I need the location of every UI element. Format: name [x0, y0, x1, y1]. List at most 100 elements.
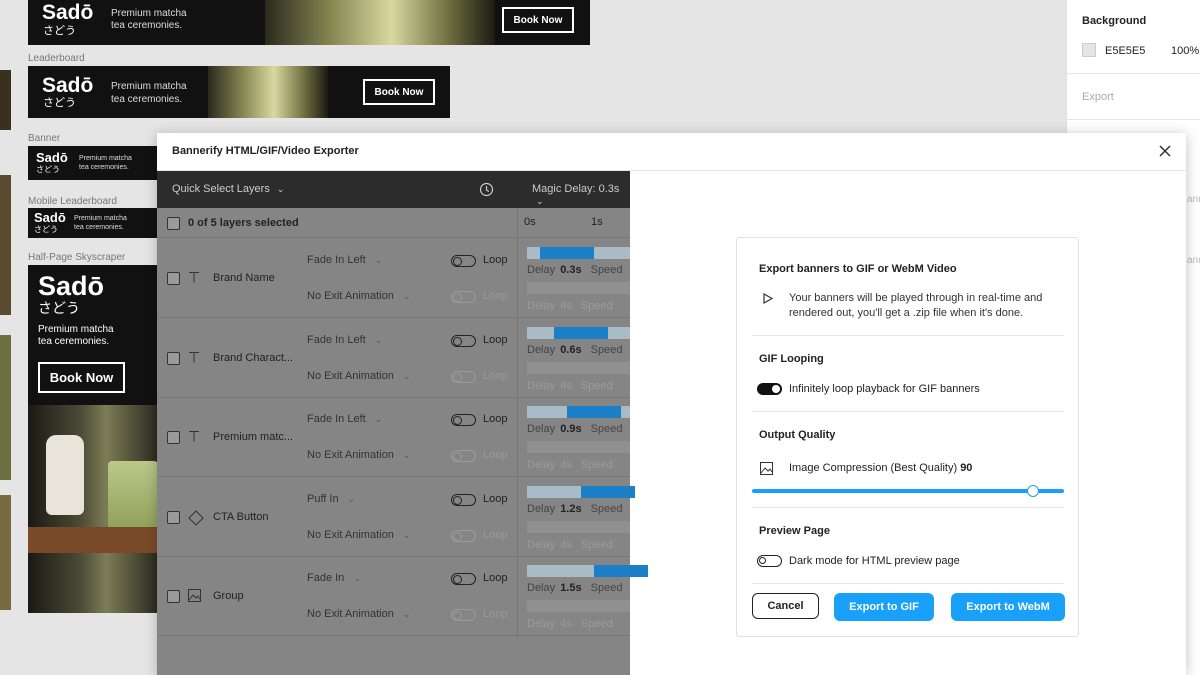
dark-mode-toggle[interactable] — [757, 555, 782, 567]
layer-row: CTA Button Puff In ⌄ No Exit Animation ⌄… — [157, 477, 635, 557]
bg-opacity-input[interactable]: 100% — [1171, 45, 1199, 57]
enter-animation-select[interactable]: Fade In Left ⌄ — [307, 334, 382, 346]
layer-checkbox[interactable] — [167, 590, 180, 603]
divider — [752, 583, 1064, 584]
timeline-bar[interactable] — [567, 406, 621, 418]
book-now-button[interactable]: Book Now — [363, 79, 435, 105]
exit-delay-value: 4s — [560, 379, 572, 392]
exit-delay-row: Delay 4s Speed — [527, 459, 613, 471]
loop-toggle[interactable] — [451, 414, 476, 426]
loop-toggle[interactable] — [451, 493, 476, 506]
label-leaderboard: Leaderboard — [28, 53, 85, 64]
magic-delay-dropdown[interactable]: Magic Delay: 0.3s ⌄ — [532, 183, 630, 207]
export-gif-button[interactable]: Export to GIF — [834, 593, 934, 621]
loop-toggle[interactable] — [451, 255, 476, 267]
enter-animation-select[interactable]: Fade In Left ⌄ — [307, 254, 382, 266]
brand-logo: Sadō — [42, 74, 94, 97]
export-webm-button[interactable]: Export to WebM — [951, 593, 1065, 621]
gif-loop-toggle[interactable] — [757, 383, 782, 395]
quick-select-dropdown[interactable]: Quick Select Layers ⌄ — [172, 183, 284, 195]
chevron-down-icon: ⌄ — [347, 493, 356, 504]
bg-swatch[interactable] — [1082, 43, 1096, 57]
cancel-button[interactable]: Cancel — [752, 593, 819, 619]
layer-name: CTA Button — [213, 510, 269, 523]
exit-delay-value: 4s — [560, 618, 572, 630]
brand-jp: さどう — [43, 24, 76, 37]
exit-animation-select[interactable]: No Exit Animation ⌄ — [307, 370, 410, 382]
quality-slider[interactable] — [752, 485, 1064, 497]
quick-select-label: Quick Select Layers — [172, 183, 270, 195]
select-all-checkbox[interactable] — [167, 217, 180, 230]
timeline-track[interactable] — [527, 565, 648, 577]
speed-label: Speed — [590, 423, 623, 435]
book-now-button[interactable]: Book Now — [38, 362, 125, 393]
layer-checkbox[interactable] — [167, 510, 180, 524]
export-heading: Export banners to GIF or WebM Video — [759, 263, 957, 275]
timeline-bar[interactable] — [581, 485, 635, 498]
exit-animation-select[interactable]: No Exit Animation ⌄ — [307, 608, 410, 620]
exit-animation-select[interactable]: No Exit Animation ⌄ — [307, 449, 410, 461]
layer-checkbox[interactable] — [167, 431, 180, 444]
chevron-down-icon: ⌄ — [402, 609, 411, 619]
layer-checkbox[interactable] — [167, 272, 180, 285]
delay-label: Delay — [527, 379, 556, 392]
timeline-bar[interactable] — [554, 326, 608, 339]
close-icon[interactable] — [1157, 143, 1173, 159]
enter-animation-select[interactable]: Fade In Left ⌄ — [307, 413, 382, 425]
bg-hex-input[interactable]: E5E5E5 — [1105, 45, 1145, 57]
edge-photo-strip — [0, 70, 11, 130]
exit-timeline-track — [527, 441, 630, 453]
exit-delay-row: Delay 4s Speed — [527, 300, 613, 312]
timeline-bar[interactable] — [594, 565, 648, 577]
timeline-track[interactable] — [527, 485, 635, 498]
loop-toggle[interactable] — [451, 334, 476, 347]
banner-leaderboard[interactable]: Sadō さどう Premium matcha tea ceremonies. … — [28, 66, 450, 118]
timeline-track[interactable] — [527, 247, 630, 259]
enter-animation-select[interactable]: Fade In ⌄ — [307, 572, 361, 584]
exit-delay-row: Delay 4s Speed — [527, 539, 613, 551]
layer-checkbox[interactable] — [167, 351, 180, 365]
background-title: Background — [1082, 15, 1147, 27]
delay-row: Delay 0.9s Speed — [527, 423, 622, 435]
slider-knob[interactable] — [1026, 485, 1039, 497]
exit-loop-toggle[interactable] — [451, 609, 476, 621]
banner-mobile-leaderboard[interactable]: Sadō さどう Premium matcha tea ceremonies. — [28, 208, 158, 238]
preview-title: Preview Page — [759, 525, 830, 537]
exit-loop-toggle[interactable] — [451, 370, 476, 383]
exit-loop-toggle[interactable] — [451, 450, 476, 462]
delay-value: 0.6s — [560, 343, 582, 356]
enter-animation-label: Puff In — [307, 492, 339, 505]
layer-name: Premium matc... — [213, 431, 294, 443]
exit-animation-select[interactable]: No Exit Animation ⌄ — [307, 290, 410, 302]
delay-label: Delay — [527, 582, 556, 594]
banner-banner[interactable]: Sadō さどう Premium matcha tea ceremonies. — [28, 146, 158, 180]
banner-photo — [208, 66, 328, 118]
exit-timeline-track — [527, 282, 630, 294]
history-icon[interactable] — [479, 182, 494, 197]
banner-half-page[interactable]: Sadō さどう Premium matcha tea ceremonies. … — [28, 265, 158, 613]
chevron-down-icon: ⌄ — [374, 255, 383, 265]
exit-animation-select[interactable]: No Exit Animation ⌄ — [307, 529, 410, 541]
delay-row: Delay 1.5s Speed — [527, 582, 622, 594]
banner-top[interactable]: Sadō さどう Premium matcha tea ceremonies. … — [28, 0, 590, 45]
timeline-track[interactable] — [527, 406, 630, 418]
gif-looping-label: Infinitely loop playback for GIF banners — [789, 383, 980, 395]
loop-toggle[interactable] — [451, 573, 476, 585]
tagline-2: tea ceremonies. — [111, 20, 183, 31]
exit-timeline-track — [527, 520, 630, 533]
timeline-bar[interactable] — [540, 247, 594, 259]
tagline-1: Premium matcha — [111, 81, 187, 92]
text-icon — [188, 271, 200, 286]
chevron-down-icon: ⌄ — [536, 196, 544, 206]
layer-list-panel: 0 of 5 layers selected 0s 1s Brand Name … — [157, 208, 648, 675]
tea-vase — [46, 435, 84, 515]
export-title[interactable]: Export — [1082, 91, 1114, 103]
book-now-button[interactable]: Book Now — [502, 7, 574, 33]
magic-delay-label: Magic Delay: 0.3s — [532, 183, 620, 195]
timeline-track[interactable] — [527, 326, 630, 339]
enter-animation-select[interactable]: Puff In ⌄ — [307, 493, 355, 505]
exit-loop-toggle[interactable] — [451, 291, 476, 303]
speed-label: Speed — [580, 379, 613, 392]
exit-loop-toggle[interactable] — [451, 529, 476, 542]
layer-row: Premium matc... Fade In Left ⌄ No Exit A… — [157, 397, 630, 477]
